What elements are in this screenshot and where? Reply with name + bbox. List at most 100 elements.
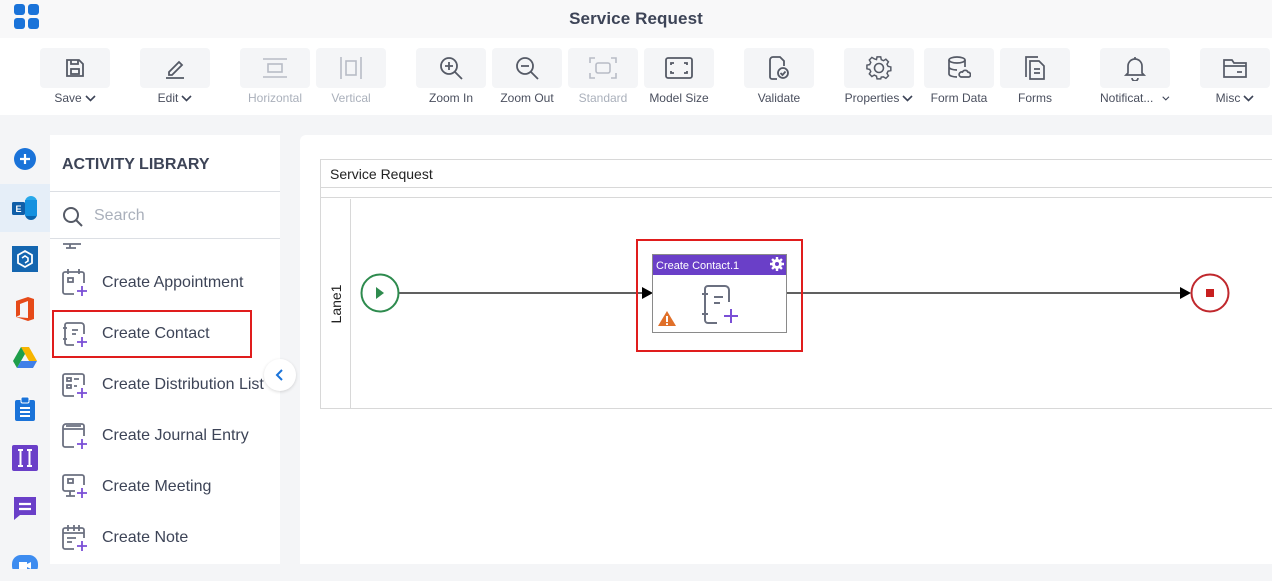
- notifications-button[interactable]: Notificat...: [1100, 48, 1170, 105]
- rail-item-google-drive[interactable]: [0, 334, 50, 382]
- arrowhead-icon: [1180, 287, 1191, 299]
- left-rail: E: [0, 135, 50, 569]
- chat-icon: [14, 497, 36, 520]
- vertical-button[interactable]: Vertical: [316, 48, 386, 105]
- end-event[interactable]: [1190, 273, 1230, 313]
- gear-icon: [866, 56, 892, 80]
- start-event[interactable]: [360, 273, 400, 313]
- process-diagram: Create Contact.1: [360, 239, 1230, 352]
- validate-icon: [769, 56, 789, 80]
- list-item-create-distribution-list[interactable]: Create Distribution List: [50, 361, 280, 409]
- rail-item-video[interactable]: [0, 533, 50, 581]
- page-title: Service Request: [569, 9, 703, 28]
- rail-item-clipboard[interactable]: [0, 385, 50, 433]
- svg-text:E: E: [15, 204, 21, 214]
- standard-button[interactable]: Standard: [568, 48, 638, 105]
- zoom-out-label: Zoom Out: [500, 91, 554, 105]
- pencil-icon: [166, 60, 184, 79]
- meeting-plus-icon: [62, 474, 87, 498]
- item-label: Create Note: [102, 529, 189, 546]
- properties-label: Properties: [844, 91, 900, 105]
- notifications-label: Notificat...: [1100, 91, 1154, 105]
- bell-icon: [1123, 57, 1147, 81]
- list-item-create-note[interactable]: Create Note: [50, 514, 280, 562]
- rail-item-exchange[interactable]: E: [0, 184, 50, 232]
- forms-icon: [1025, 56, 1045, 80]
- video-icon: [12, 555, 38, 569]
- calendar-plus-icon: [62, 269, 87, 296]
- activity-title: Create Contact.1: [656, 260, 739, 272]
- save-icon: [66, 59, 84, 77]
- chevron-down-icon: [181, 94, 192, 102]
- chevron-down-icon: [902, 94, 913, 102]
- misc-button[interactable]: Misc: [1200, 48, 1270, 105]
- properties-button[interactable]: Properties: [844, 48, 914, 105]
- rail-item-text-tool[interactable]: [0, 434, 50, 482]
- hexagon-icon: [12, 246, 38, 272]
- fit-screen-icon: [665, 57, 693, 79]
- process-canvas[interactable]: Service Request Lane1 Create Contact.1: [300, 135, 1272, 564]
- stop-icon: [1206, 289, 1214, 297]
- collapse-library-button[interactable]: [264, 359, 296, 391]
- list-item-create-journal-entry[interactable]: Create Journal Entry: [50, 412, 280, 460]
- note-plus-icon: [62, 525, 87, 551]
- list-item-create-meeting[interactable]: Create Meeting: [50, 463, 280, 511]
- vertical-layout-icon: [340, 57, 362, 79]
- chevron-left-icon: [275, 369, 283, 381]
- chevron-down-icon: [1162, 95, 1170, 101]
- item-label: Create Meeting: [102, 478, 212, 495]
- rail-item-chat[interactable]: [0, 484, 50, 532]
- zoom-out-icon: [516, 57, 539, 80]
- arrowhead-icon: [642, 287, 653, 299]
- rail-item-add[interactable]: [0, 135, 50, 183]
- zoom-out-button[interactable]: Zoom Out: [492, 48, 562, 105]
- misc-label: Misc: [1215, 91, 1241, 105]
- edit-button[interactable]: Edit: [140, 48, 210, 105]
- list-item-create-contact[interactable]: Create Contact: [52, 310, 252, 358]
- rail-item-hexagon-app[interactable]: [0, 235, 50, 283]
- standard-size-icon: [589, 57, 617, 79]
- vertical-label: Vertical: [331, 91, 371, 105]
- journal-plus-icon: [62, 423, 87, 449]
- activity-create-contact[interactable]: Create Contact.1: [652, 254, 787, 333]
- model-size-label: Model Size: [649, 91, 709, 105]
- contact-plus-icon: [63, 322, 87, 347]
- clipboard-icon: [15, 396, 35, 421]
- zoom-in-icon: [440, 57, 463, 80]
- google-drive-icon: [13, 347, 37, 368]
- office-icon: [16, 297, 34, 321]
- item-label: Create Appointment: [102, 274, 244, 291]
- validate-button[interactable]: Validate: [744, 48, 814, 105]
- activity-library: ACTIVITY LIBRARY Create Appointment Crea…: [50, 135, 280, 564]
- library-search: [50, 192, 280, 238]
- plus-circle-icon: [14, 148, 36, 170]
- save-button[interactable]: Save: [40, 48, 110, 105]
- horizontal-button[interactable]: Horizontal: [240, 48, 310, 105]
- horizontal-label: Horizontal: [247, 91, 303, 105]
- list-plus-icon: [62, 373, 87, 398]
- form-data-button[interactable]: Form Data: [924, 48, 994, 105]
- item-label: Create Distribution List: [102, 376, 264, 393]
- model-size-button[interactable]: Model Size: [644, 48, 714, 105]
- search-input[interactable]: [94, 204, 264, 228]
- chevron-down-icon: [1243, 94, 1254, 102]
- zoom-in-button[interactable]: Zoom In: [416, 48, 486, 105]
- database-icon: [948, 56, 971, 78]
- meeting-plus-icon: [63, 243, 81, 249]
- text-cursor-icon: [12, 445, 38, 471]
- item-label: Create Journal Entry: [102, 427, 249, 444]
- horizontal-layout-icon: [263, 58, 287, 78]
- standard-label: Standard: [578, 91, 628, 105]
- forms-label: Forms: [1018, 91, 1052, 105]
- validate-label: Validate: [757, 91, 801, 105]
- toolbar: Save Edit Horizontal Vertical Zoom In Zo…: [0, 38, 1272, 115]
- item-label: Create Contact: [102, 325, 210, 342]
- list-item-create-appointment[interactable]: Create Appointment: [50, 259, 280, 307]
- folder-icon: [1223, 59, 1247, 78]
- zoom-in-label: Zoom In: [428, 91, 473, 105]
- library-title: ACTIVITY LIBRARY: [62, 156, 210, 173]
- form-data-label: Form Data: [930, 91, 988, 105]
- search-icon: [63, 207, 83, 227]
- rail-item-office[interactable]: [0, 285, 50, 333]
- forms-button[interactable]: Forms: [1000, 48, 1070, 105]
